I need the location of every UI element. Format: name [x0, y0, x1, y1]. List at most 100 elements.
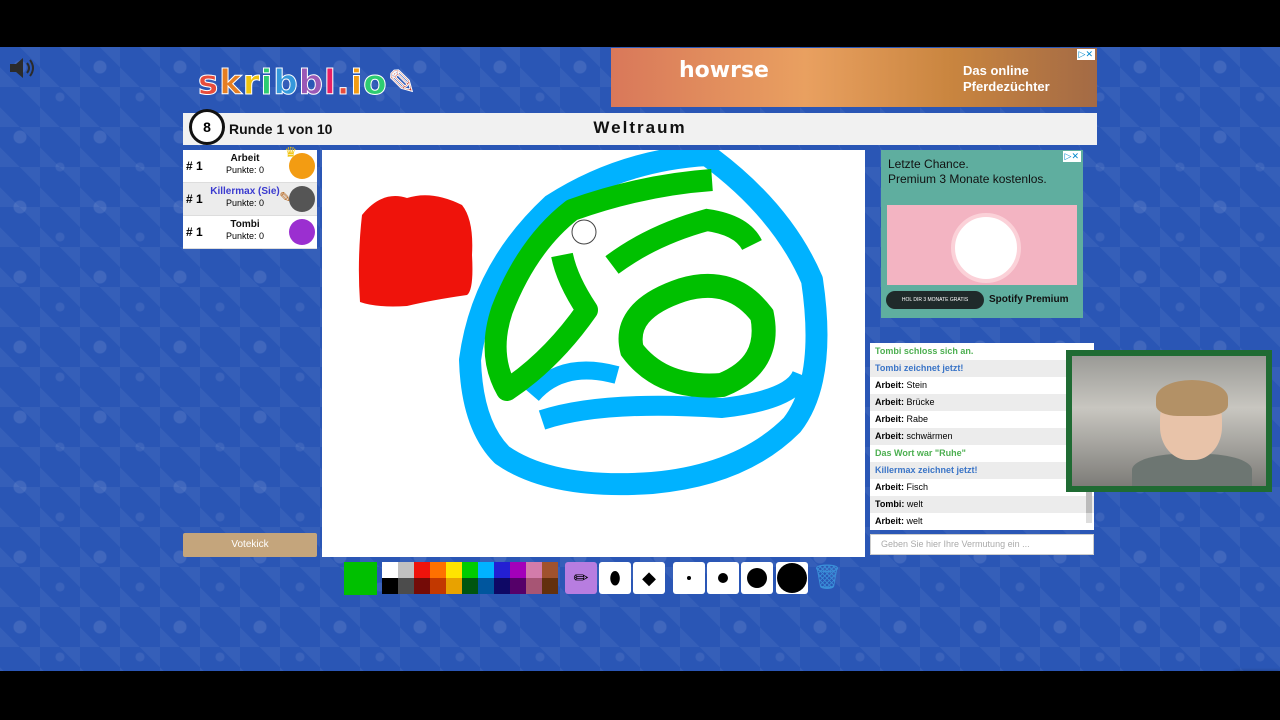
- trash-icon[interactable]: 🗑: [812, 562, 842, 594]
- side-ad-headline: Letzte Chance. Premium 3 Monate kostenlo…: [888, 157, 1047, 187]
- color-swatch[interactable]: [478, 578, 494, 594]
- brush-dot-icon: [687, 576, 691, 580]
- color-swatch[interactable]: [446, 562, 462, 578]
- brush-size-medium[interactable]: [707, 562, 739, 594]
- chat-message: Arbeit: Brücke: [870, 394, 1094, 411]
- red-blob-drawing: [358, 195, 473, 307]
- player-row[interactable]: # 1 Tombi Punkte: 0: [183, 216, 317, 249]
- color-swatch[interactable]: [494, 562, 510, 578]
- brush-size-large[interactable]: [741, 562, 773, 594]
- color-swatch[interactable]: [462, 578, 478, 594]
- color-swatch[interactable]: [526, 578, 542, 594]
- color-swatch[interactable]: [494, 578, 510, 594]
- player-rank: # 1: [186, 159, 203, 173]
- side-ad[interactable]: Letzte Chance. Premium 3 Monate kostenlo…: [881, 150, 1083, 318]
- chat-message: Arbeit: Stein: [870, 377, 1094, 394]
- chat-message: Arbeit: Rabe: [870, 411, 1094, 428]
- player-row[interactable]: # 1 Arbeit Punkte: 0 ♛: [183, 144, 317, 183]
- color-swatch[interactable]: [526, 562, 542, 578]
- color-swatch[interactable]: [510, 578, 526, 594]
- color-swatch[interactable]: [382, 562, 398, 578]
- chat-author: Arbeit:: [875, 482, 907, 492]
- chat-message: Tombi schloss sich an.: [875, 346, 974, 356]
- color-swatch[interactable]: [398, 578, 414, 594]
- green-land-2: [605, 208, 762, 274]
- player-row[interactable]: # 1 Killermax (Sie) Punkte: 0 ✎: [183, 183, 317, 216]
- logo-letter: k: [219, 63, 243, 104]
- color-swatch[interactable]: [398, 562, 414, 578]
- logo-letter: i: [350, 63, 364, 104]
- chat-log: Tombi schloss sich an. Tombi zeichnet jet…: [870, 343, 1094, 530]
- color-swatch[interactable]: [542, 562, 558, 578]
- drawing-canvas[interactable]: [322, 150, 865, 557]
- eraser-tool-icon[interactable]: ⬮: [599, 562, 631, 594]
- color-swatch[interactable]: [430, 562, 446, 578]
- webcam-overlay: [1066, 350, 1272, 492]
- chat-message: Tombi: welt: [870, 496, 1094, 513]
- brush-size-xlarge[interactable]: [776, 562, 808, 594]
- color-swatch[interactable]: [542, 578, 558, 594]
- side-ad-headline-2: Premium 3 Monate kostenlos.: [888, 172, 1047, 186]
- logo-pencil-icon: ✎: [387, 63, 418, 104]
- color-swatch[interactable]: [510, 562, 526, 578]
- color-swatch[interactable]: [414, 562, 430, 578]
- ad-line-1: Das online: [963, 63, 1029, 78]
- chat-text: Stein: [906, 380, 928, 390]
- side-ad-close-icon[interactable]: ▷✕: [1062, 151, 1081, 162]
- brush-size-small[interactable]: [673, 562, 705, 594]
- chat-author: Arbeit:: [875, 380, 907, 390]
- logo-letter: .: [336, 63, 351, 104]
- brush-dot-icon: [718, 573, 728, 583]
- ad-close-icon[interactable]: ▷✕: [1076, 49, 1095, 60]
- logo-letter: b: [273, 63, 299, 104]
- fill-tool-icon[interactable]: ◆: [633, 562, 665, 594]
- ad-line-2: Pferdezüchter: [963, 79, 1050, 94]
- chat-text: Fisch: [906, 482, 929, 492]
- logo-letter: l: [324, 63, 337, 104]
- votekick-button[interactable]: Votekick: [183, 533, 317, 557]
- side-ad-headline-1: Letzte Chance.: [888, 157, 969, 171]
- logo-letter: r: [242, 63, 261, 104]
- color-swatch[interactable]: [414, 578, 430, 594]
- chat-message: Killermax zeichnet jetzt!: [870, 462, 1094, 479]
- chat-author: Tombi:: [875, 499, 907, 509]
- chat-text: Rabe: [906, 414, 929, 424]
- speaker-icon[interactable]: [8, 55, 38, 81]
- green-land-3: [618, 273, 776, 398]
- logo-letter: s: [197, 63, 220, 104]
- logo-letter: o: [363, 63, 388, 104]
- side-ad-image: [887, 205, 1077, 285]
- guess-input[interactable]: Geben Sie hier Ihre Vermutung ein ...: [870, 534, 1094, 555]
- chat-author: Arbeit:: [875, 397, 907, 407]
- pencil-tool-icon[interactable]: ✏: [565, 562, 597, 594]
- color-swatch[interactable]: [382, 578, 398, 594]
- ad-text: Das online Pferdezüchter: [963, 63, 1050, 95]
- side-ad-button[interactable]: HOL DIR 3 MONATE GRATIS: [886, 291, 984, 309]
- player-name: Killermax (Sie): [210, 186, 280, 197]
- player-avatar: [289, 186, 315, 212]
- player-score: Punkte: 0: [225, 198, 265, 208]
- player-score: Punkte: 0: [225, 231, 265, 241]
- player-rank: # 1: [186, 225, 203, 239]
- drawing-toolbar: ✏ ⬮ ◆ 🗑: [0, 560, 1280, 598]
- logo-letter: i: [260, 63, 274, 104]
- chat-author: Arbeit:: [875, 431, 907, 441]
- banner-ad[interactable]: howrse Das online Pferdezüchter ▷✕: [611, 48, 1097, 107]
- player-name: Tombi: [230, 219, 260, 230]
- color-swatch[interactable]: [462, 562, 478, 578]
- player-rank: # 1: [186, 192, 203, 206]
- brush-dot-icon: [747, 568, 767, 588]
- chat-message: Das Wort war "Ruhe": [875, 448, 966, 458]
- color-swatch[interactable]: [446, 578, 462, 594]
- skribbl-logo: skribbl.io✎: [197, 63, 418, 104]
- chat-message: Arbeit: schwärmen: [870, 428, 1094, 445]
- color-swatch[interactable]: [478, 562, 494, 578]
- round-bar: 8 Runde 1 von 10 Weltraum: [183, 109, 1097, 145]
- chat-text: welt: [906, 516, 923, 526]
- crown-icon: ♛: [284, 144, 297, 160]
- ad-brand: howrse: [679, 58, 769, 83]
- current-color-swatch: [344, 562, 377, 595]
- color-swatch[interactable]: [430, 578, 446, 594]
- chat-message: Tombi zeichnet jetzt!: [870, 360, 1094, 377]
- chat-author: Arbeit:: [875, 414, 907, 424]
